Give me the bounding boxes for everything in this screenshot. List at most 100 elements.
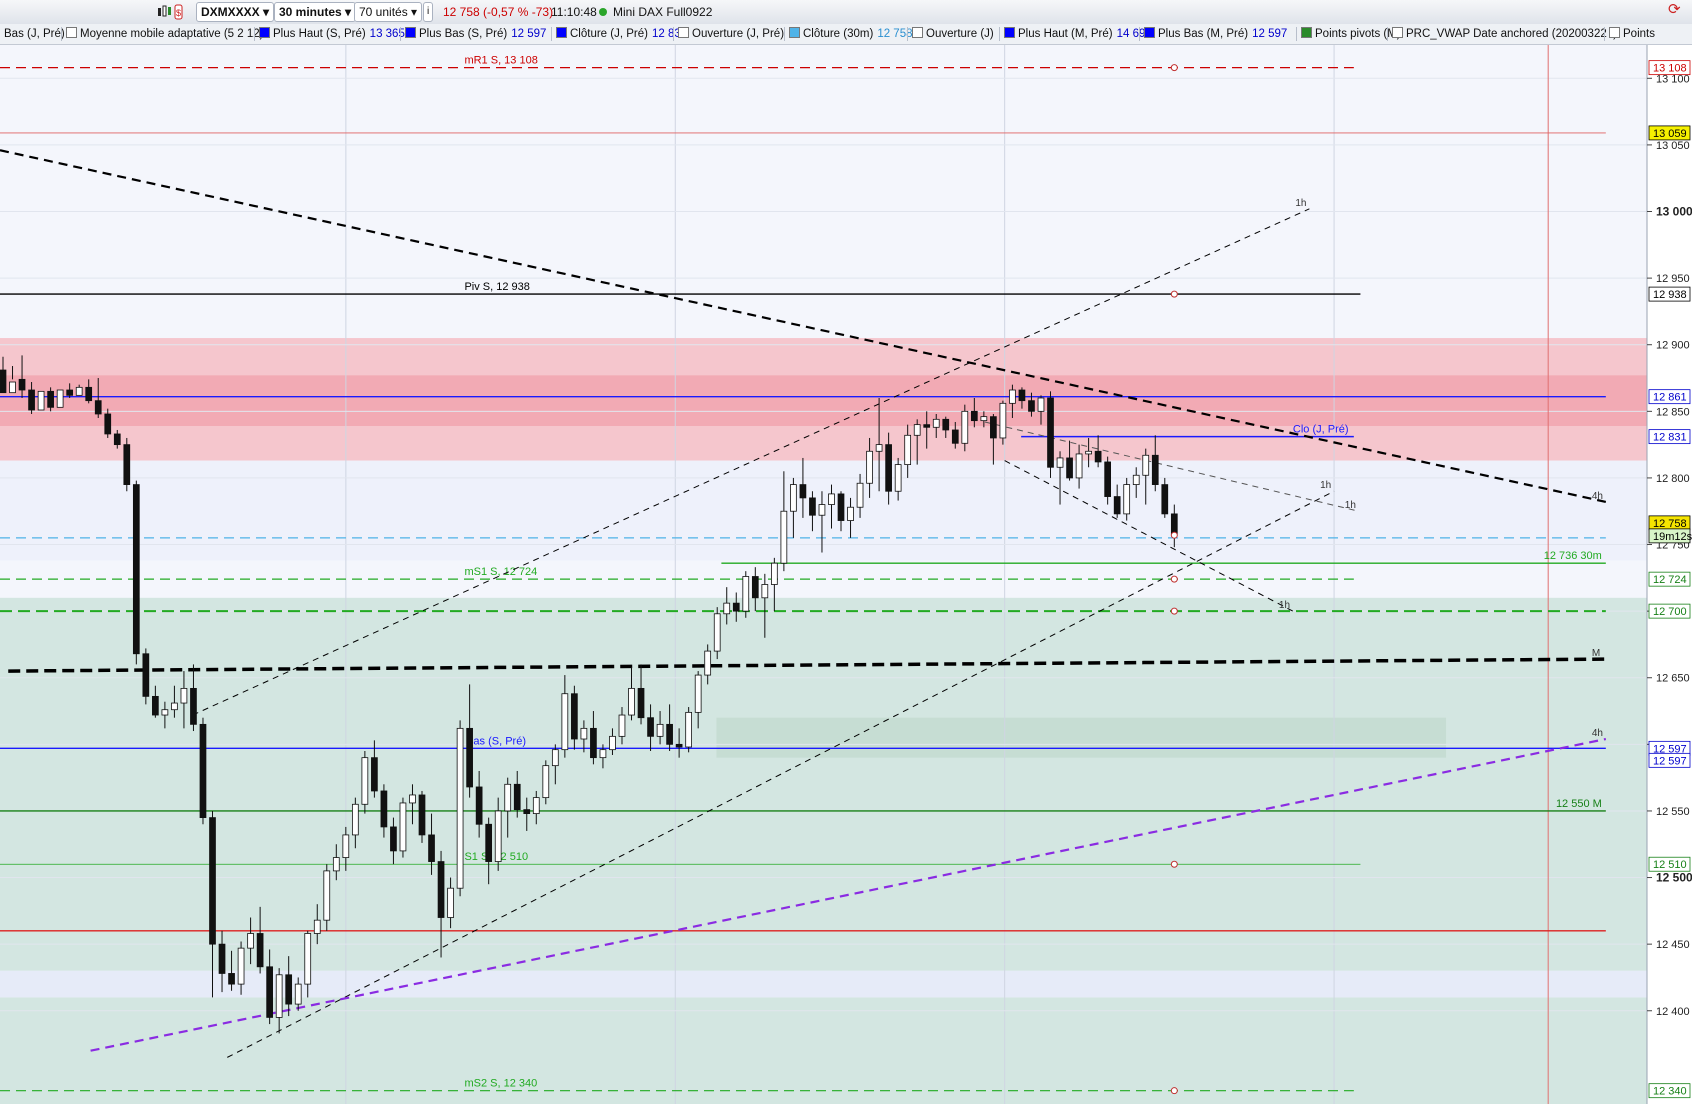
instrument-name: Mini DAX Full0922 (613, 5, 713, 19)
indicator-label: Bas (J, Pré) (4, 28, 65, 40)
candle-body (66, 389, 74, 396)
candle-body (1113, 496, 1121, 515)
timeframe-selector[interactable]: 30 minutes ▾ (274, 2, 357, 22)
indicator-separator (673, 27, 674, 41)
indicator-value: 12 597 (511, 28, 547, 40)
candle-body (428, 834, 435, 862)
candle-body (780, 510, 788, 564)
axis-tick-label: 12 400 (1656, 1006, 1690, 1018)
indicator-color-swatch (678, 27, 689, 38)
indicator-4[interactable]: Clôture (J, Pré) 12 831 (556, 26, 687, 42)
indicator-6[interactable]: Clôture (30m) 12 758 (789, 26, 913, 42)
candle-body (1170, 513, 1178, 535)
candle-body (913, 424, 921, 436)
chevron-down-icon: ▾ (263, 5, 270, 19)
indicator-5[interactable]: Ouverture (J, Pré) (678, 26, 784, 42)
indicator-8[interactable]: Plus Haut (M, Pré) 14 691 (1004, 26, 1152, 42)
candle-body (456, 727, 464, 889)
indicator-2[interactable]: Plus Haut (S, Pré) 13 365 (259, 26, 405, 42)
indicator-label: Plus Bas (S, Pré) (419, 28, 508, 40)
candle-body (770, 562, 778, 585)
candle-body (361, 757, 369, 805)
candle-body (1085, 450, 1092, 455)
chart-type-icon[interactable]: $ (156, 3, 184, 21)
candle-body (980, 416, 988, 422)
zone-band (0, 997, 1647, 1104)
candle-body (647, 717, 654, 737)
indicator-color-swatch (789, 27, 800, 38)
candle-body (694, 674, 702, 713)
indicator-3[interactable]: Plus Bas (S, Pré) 12 597 (405, 26, 546, 42)
candle-body (152, 695, 159, 716)
indicator-color-swatch (66, 27, 77, 38)
level-marker (1170, 607, 1178, 615)
candle-body (113, 433, 121, 446)
indicator-color-swatch (1144, 27, 1155, 38)
indicator-0[interactable]: Bas (J, Pré) (4, 26, 65, 42)
candle-body (94, 400, 102, 415)
level-label: Clo (J, Pré) (1293, 424, 1349, 436)
indicator-7[interactable]: Ouverture (J) (912, 26, 994, 42)
indicator-separator (1387, 27, 1388, 41)
indicator-color-swatch (912, 27, 923, 38)
indicator-11[interactable]: PRC_VWAP Date anchored (20200322 t) (1392, 26, 1617, 42)
candle-body (818, 504, 826, 516)
info-icon[interactable]: i (423, 2, 434, 22)
indicator-label: Clôture (J, Pré) (570, 28, 648, 40)
candle-body (513, 783, 521, 811)
candle-body (104, 413, 112, 435)
axis-tick-label: 13 100 (1656, 73, 1690, 85)
candle-body (228, 973, 235, 985)
candle-body (1104, 461, 1112, 497)
indicator-10[interactable]: Points pivots (M) (1301, 26, 1401, 42)
trend-line-label: 1h (1345, 500, 1356, 511)
price-tag-label: 12 831 (1653, 432, 1687, 444)
indicator-separator (784, 27, 785, 41)
candle-body (399, 802, 407, 852)
candle-body (951, 429, 959, 444)
indicator-9[interactable]: Plus Bas (M, Pré) 12 597 (1144, 26, 1287, 42)
price-tag-label: 12 724 (1653, 574, 1687, 586)
indicator-label: Ouverture (J, Pré) (692, 28, 785, 40)
candle-body (542, 765, 550, 799)
candle-body (247, 933, 254, 949)
level-label: mS2 S, 12 340 (464, 1078, 537, 1090)
candle-body (970, 410, 978, 422)
candle-body (1028, 400, 1035, 412)
symbol-selector[interactable]: DXMXXXX ▾ (196, 2, 275, 22)
candle-body (380, 790, 388, 828)
toolbar: $ DXMXXXX ▾ 30 minutes ▾ 70 unités ▾ i 1… (0, 0, 1692, 25)
units-selector[interactable]: 70 unités ▾ (354, 2, 423, 22)
indicator-label: Clôture (30m) (803, 28, 874, 40)
indicator-1[interactable]: Moyenne mobile adaptative (5 2 12) (66, 26, 263, 42)
indicator-separator (1296, 27, 1297, 41)
indicator-12[interactable]: Points (1609, 26, 1655, 42)
candle-body (199, 723, 207, 819)
indicator-color-swatch (259, 27, 270, 38)
trend-line-label: 1h (1320, 480, 1331, 491)
level-label: Piv S, 12 938 (464, 281, 529, 293)
indicator-color-swatch (1609, 27, 1620, 38)
timeframe-label: 30 minutes (279, 5, 342, 19)
candle-body (990, 416, 997, 439)
refresh-icon[interactable]: ⟳ (1668, 1, 1681, 19)
level-marker (1170, 1087, 1178, 1095)
indicator-color-swatch (556, 27, 567, 38)
level-label: 12 550 M (1556, 798, 1602, 810)
indicator-separator (551, 27, 552, 41)
indicator-label: Plus Haut (S, Pré) (273, 28, 366, 40)
candle-body (1151, 454, 1159, 485)
zone-band (0, 597, 1647, 971)
candle-body (590, 727, 597, 759)
price-chart[interactable]: mR1 S, 13 108 Piv S, 12 938 Clo (J, Pré) 12… (0, 45, 1692, 1104)
candle-body (1037, 397, 1045, 412)
candle-body (932, 418, 940, 428)
candle-body (47, 390, 54, 408)
candle-body (609, 735, 616, 751)
candle-body (218, 943, 226, 974)
level-marker (1170, 575, 1178, 583)
candle-body (999, 402, 1007, 439)
price-tag-label: 12 597 (1653, 755, 1687, 767)
level-marker (1170, 290, 1178, 298)
candle-body (142, 653, 150, 697)
